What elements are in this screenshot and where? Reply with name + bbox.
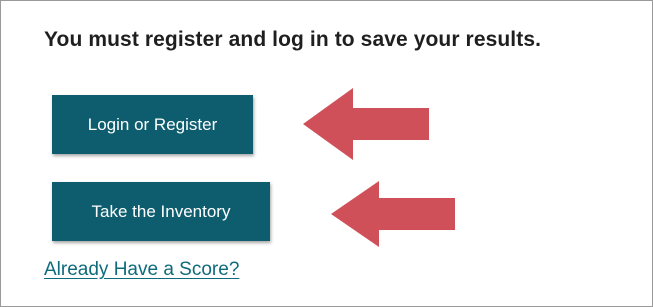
arrow-left-icon bbox=[303, 88, 429, 160]
login-register-button[interactable]: Login or Register bbox=[52, 95, 253, 154]
arrow-left-icon bbox=[331, 181, 455, 247]
page-heading: You must register and log in to save you… bbox=[44, 28, 542, 51]
content-panel: You must register and log in to save you… bbox=[0, 0, 653, 307]
take-inventory-button[interactable]: Take the Inventory bbox=[52, 182, 270, 241]
already-have-score-link[interactable]: Already Have a Score? bbox=[44, 259, 239, 281]
